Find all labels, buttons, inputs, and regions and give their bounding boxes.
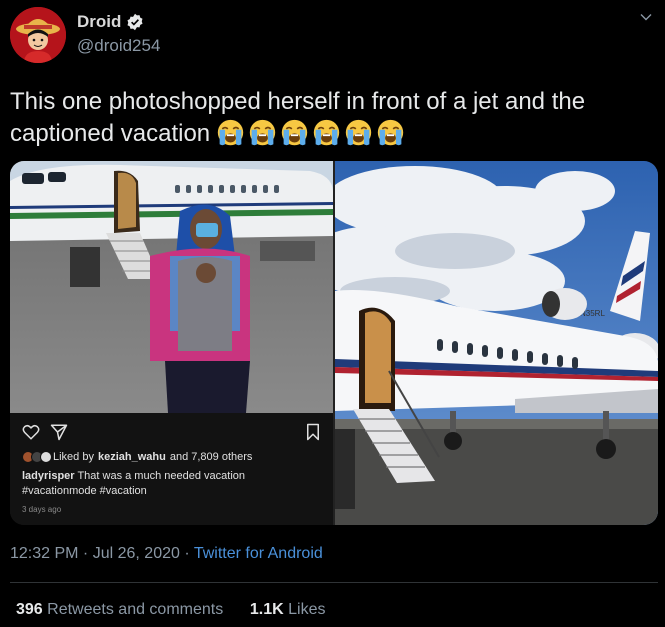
instagram-caption: ladyrisper That was a much needed vacati… — [22, 469, 312, 499]
likes-stat[interactable]: 1.1K Likes — [250, 601, 326, 618]
liked-by-line: Liked by keziah_wahu and 7,809 others — [22, 451, 252, 463]
tweet-metadata: 12:32 PM · Jul 26, 2020 · Twitter for An… — [10, 545, 323, 563]
tweet-source[interactable]: Twitter for Android — [194, 545, 323, 562]
caption-user[interactable]: ladyrisper — [22, 470, 75, 482]
verified-badge-icon — [127, 13, 143, 31]
loudly-crying-face-icon — [217, 119, 244, 146]
tweet-media[interactable]: Liked by keziah_wahu and 7,809 others la… — [10, 161, 658, 525]
tweet-text: This one photoshopped herself in front o… — [10, 86, 660, 150]
author-handle[interactable]: @droid254 — [77, 36, 160, 56]
loudly-crying-face-icon — [345, 119, 372, 146]
instagram-post-footer: Liked by keziah_wahu and 7,809 others la… — [10, 413, 333, 525]
loudly-crying-face-icon — [249, 119, 276, 146]
author-name[interactable]: Droid — [77, 12, 121, 32]
post-time-ago: 3 days ago — [22, 505, 62, 514]
loudly-crying-face-icon — [377, 119, 404, 146]
engagement-stats: 396 Retweets and comments 1.1K Likes — [16, 601, 326, 619]
avatar[interactable] — [10, 7, 66, 63]
bookmark-icon[interactable] — [305, 423, 321, 441]
liker-avatars — [22, 451, 52, 463]
likes-count: 1.1K — [249, 601, 284, 618]
divider — [10, 582, 658, 583]
liked-by-prefix: Liked by — [53, 451, 94, 463]
avatar-image — [10, 7, 66, 63]
meta-separator: · — [179, 545, 194, 562]
emoji-row — [216, 118, 405, 147]
loudly-crying-face-icon — [281, 119, 308, 146]
retweets-stat[interactable]: 396 Retweets and comments — [16, 601, 223, 618]
send-icon[interactable] — [50, 423, 68, 441]
likes-label: Likes — [283, 601, 326, 618]
tweet-date[interactable]: Jul 26, 2020 — [93, 545, 180, 562]
loudly-crying-face-icon — [313, 119, 340, 146]
photo-woman-with-jet — [10, 161, 333, 413]
caption-hashtags[interactable]: #vacationmode #vacation — [22, 485, 147, 497]
caption-text: That was a much needed vacation — [74, 470, 245, 482]
liked-by-user[interactable]: keziah_wahu — [98, 451, 166, 463]
meta-separator: · — [78, 545, 93, 562]
photo-private-jet: N35RL — [305, 161, 658, 525]
chevron-down-icon[interactable] — [639, 10, 653, 24]
instagram-post-image[interactable]: Liked by keziah_wahu and 7,809 others la… — [10, 161, 333, 525]
liked-by-suffix: and 7,809 others — [169, 451, 253, 463]
jet-photo[interactable]: N35RL — [305, 161, 658, 525]
tweet-time[interactable]: 12:32 PM — [10, 545, 78, 562]
retweets-label: Retweets and comments — [42, 601, 224, 618]
retweets-count: 396 — [16, 601, 43, 618]
heart-icon[interactable] — [22, 423, 40, 441]
